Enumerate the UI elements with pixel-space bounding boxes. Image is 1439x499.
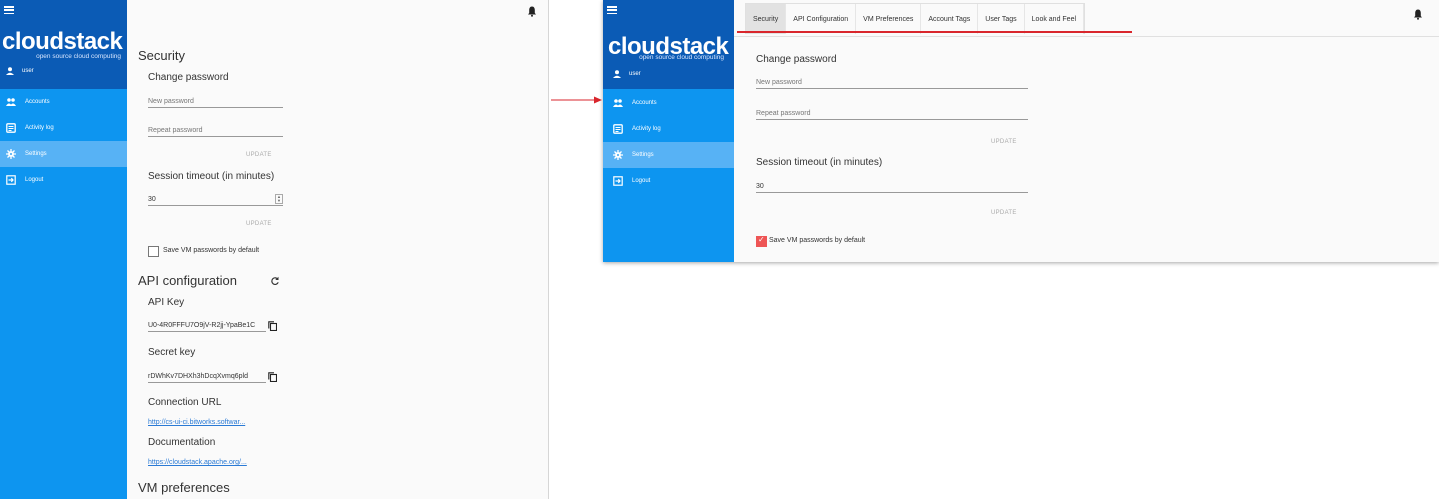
copy-icon[interactable] bbox=[268, 372, 277, 382]
tab-divider bbox=[734, 36, 1439, 37]
sidebar-item-settings[interactable]: Settings bbox=[0, 141, 127, 167]
update-password-button[interactable]: UPDATE bbox=[991, 139, 1017, 145]
save-vm-passwords-label: Save VM passwords by default bbox=[769, 237, 866, 244]
change-password-label: Change password bbox=[756, 54, 837, 65]
logout-icon bbox=[6, 175, 16, 185]
documentation-link[interactable]: https://cloudstack.apache.org/... bbox=[148, 459, 247, 466]
session-timeout-label: Session timeout (in minutes) bbox=[148, 171, 275, 182]
menu-icon[interactable] bbox=[4, 6, 14, 15]
security-heading: Security bbox=[138, 48, 185, 63]
user-icon bbox=[613, 70, 621, 78]
tab-security[interactable]: Security bbox=[746, 4, 787, 34]
sidebar-item-label: Activity log bbox=[25, 125, 54, 131]
repeat-password-field[interactable]: Repeat password bbox=[148, 126, 283, 137]
sidebar-item-accounts[interactable]: Accounts bbox=[607, 90, 734, 116]
sidebar-item-label: Activity log bbox=[632, 126, 661, 132]
sidebar-item-label: Accounts bbox=[632, 100, 657, 106]
documentation-label: Documentation bbox=[148, 437, 216, 448]
sidebar-item-activity-log[interactable]: Activity log bbox=[0, 115, 127, 141]
sidebar-item-logout[interactable]: Logout bbox=[0, 167, 127, 193]
tab-user-tags[interactable]: User Tags bbox=[978, 4, 1025, 34]
session-timeout-input[interactable]: 30 bbox=[756, 182, 1028, 193]
gear-icon bbox=[6, 149, 16, 159]
right-screen: cloudstack open source cloud computing u… bbox=[603, 0, 1439, 262]
update-timeout-button[interactable]: UPDATE bbox=[991, 210, 1017, 216]
secret-key-label: Secret key bbox=[148, 347, 196, 358]
user-name: user bbox=[629, 71, 641, 77]
sidebar-item-label: Logout bbox=[25, 177, 44, 183]
copy-icon[interactable] bbox=[268, 321, 277, 331]
refresh-icon[interactable] bbox=[270, 276, 280, 286]
sidebar-item-label: Accounts bbox=[25, 99, 50, 105]
activity-log-icon bbox=[6, 123, 16, 133]
api-configuration-heading: API configuration bbox=[138, 273, 238, 288]
api-key-label: API Key bbox=[148, 297, 185, 308]
session-timeout-input[interactable]: 30 bbox=[148, 195, 283, 206]
left-screen: cloudstack open source cloud computing u… bbox=[0, 0, 549, 499]
tab-account-tags[interactable]: Account Tags bbox=[921, 4, 979, 34]
save-vm-passwords-checkbox[interactable] bbox=[148, 246, 159, 257]
user-row[interactable]: user bbox=[613, 70, 641, 78]
change-password-label: Change password bbox=[148, 72, 229, 83]
sidebar-item-label: Settings bbox=[632, 152, 654, 158]
sidebar-header: cloudstack open source cloud computing u… bbox=[0, 0, 127, 89]
sidebar-item-accounts[interactable]: Accounts bbox=[0, 89, 127, 115]
update-timeout-button[interactable]: UPDATE bbox=[246, 221, 272, 227]
sidebar-item-activity-log[interactable]: Activity log bbox=[607, 116, 734, 142]
tab-api-configuration[interactable]: API Configuration bbox=[786, 4, 857, 34]
gear-icon bbox=[613, 150, 623, 160]
vm-preferences-heading: VM preferences bbox=[138, 480, 230, 495]
brand-tagline: open source cloud computing bbox=[36, 53, 121, 60]
accounts-icon bbox=[613, 99, 623, 107]
tab-vm-preferences[interactable]: VM Preferences bbox=[856, 4, 922, 34]
secret-key-field[interactable]: rDWhKv7DHXh3hDcqXvmq6pld bbox=[148, 372, 266, 383]
brand-logo: cloudstack bbox=[2, 28, 123, 55]
user-name: user bbox=[22, 68, 34, 74]
bell-icon[interactable] bbox=[527, 6, 537, 17]
tab-look-and-feel[interactable]: Look and Feel bbox=[1025, 4, 1085, 34]
menu-icon[interactable] bbox=[607, 6, 617, 15]
annotation-underline bbox=[737, 31, 1132, 33]
settings-tabs: Security API Configuration VM Preference… bbox=[745, 3, 1086, 34]
new-password-field[interactable]: New password bbox=[756, 78, 1028, 89]
user-row[interactable]: user bbox=[6, 67, 34, 75]
save-vm-passwords-label: Save VM passwords by default bbox=[163, 247, 260, 254]
connection-url-label: Connection URL bbox=[148, 397, 222, 408]
connection-url-link[interactable]: http://cs-ui-ci.bitworks.softwar... bbox=[148, 419, 245, 426]
accounts-icon bbox=[6, 98, 16, 106]
sidebar: cloudstack open source cloud computing u… bbox=[603, 0, 734, 262]
annotation-arrow bbox=[551, 96, 602, 104]
sidebar-item-settings[interactable]: Settings bbox=[603, 142, 734, 168]
api-key-field[interactable]: U0-4R0FFFU7O9jV-R2jj-YpaBe1C bbox=[148, 321, 266, 332]
save-vm-passwords-checkbox[interactable] bbox=[756, 235, 767, 247]
sidebar-item-logout[interactable]: Logout bbox=[607, 168, 734, 194]
sidebar-header: cloudstack open source cloud computing u… bbox=[603, 0, 734, 89]
activity-log-icon bbox=[613, 124, 623, 134]
bell-icon[interactable] bbox=[1413, 9, 1423, 20]
user-icon bbox=[6, 67, 14, 75]
new-password-field[interactable]: New password bbox=[148, 97, 283, 108]
update-password-button[interactable]: UPDATE bbox=[246, 152, 272, 158]
repeat-password-field[interactable]: Repeat password bbox=[756, 109, 1028, 120]
sidebar: cloudstack open source cloud computing u… bbox=[0, 0, 127, 499]
sidebar-item-label: Settings bbox=[25, 151, 47, 157]
brand-tagline: open source cloud computing bbox=[639, 54, 724, 61]
sidebar-item-label: Logout bbox=[632, 178, 651, 184]
session-timeout-stepper[interactable]: ▲ ▼ bbox=[275, 194, 283, 204]
session-timeout-label: Session timeout (in minutes) bbox=[756, 157, 883, 168]
logout-icon bbox=[613, 176, 623, 186]
